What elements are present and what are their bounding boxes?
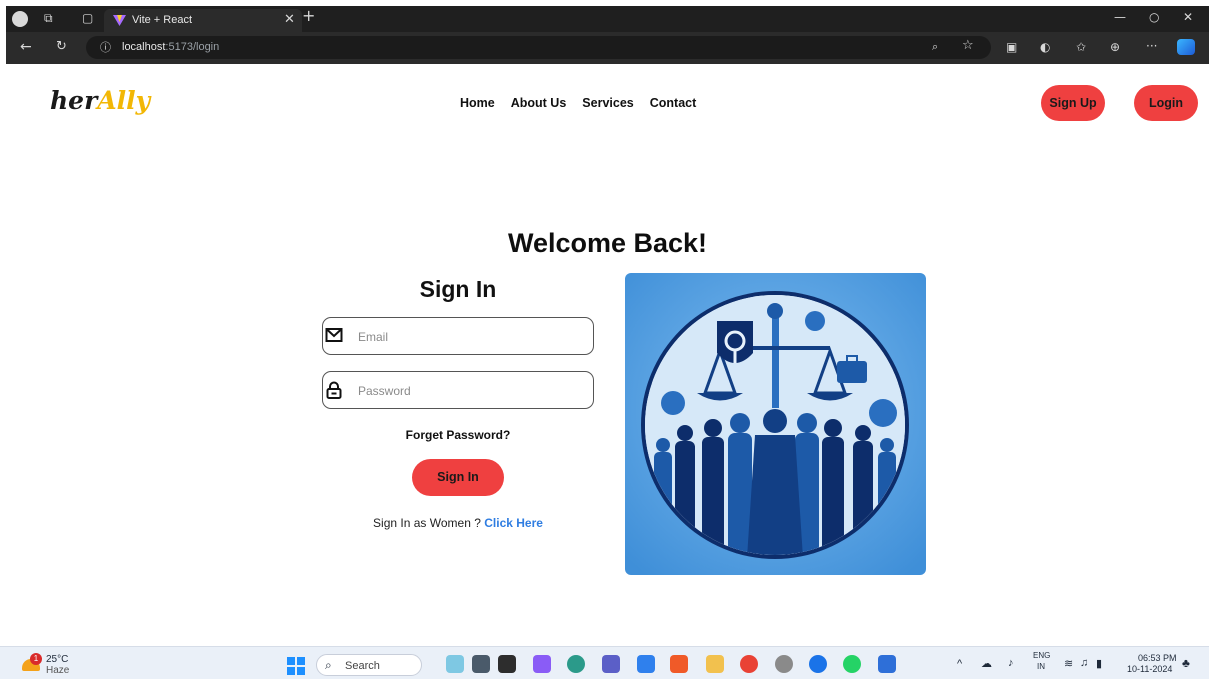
forget-password-link[interactable]: Forget Password? <box>322 428 594 442</box>
brave-app-icon[interactable] <box>670 655 688 673</box>
chrome-app-icon[interactable] <box>740 655 758 673</box>
read-aloud-icon[interactable]: ⌕ <box>932 40 938 54</box>
vite-favicon-icon <box>113 15 126 26</box>
favorites-icon[interactable]: ✩ <box>1076 40 1086 54</box>
notification-bell-icon[interactable]: ♣ <box>1182 656 1190 670</box>
address-bar-row: ← ↻ ⓘ localhost:5173/login ⌕ ☆ ▣ ◐ ✩ ⊕ ·… <box>6 32 1209 64</box>
password-placeholder: Password <box>358 384 411 398</box>
tab-actions-icon[interactable]: ▢ <box>82 11 93 25</box>
vscode-app-icon[interactable] <box>637 655 655 673</box>
main-nav: Home About Us Services Contact <box>460 96 696 110</box>
taskbar-search-placeholder: Search <box>345 660 380 672</box>
welcome-heading: Welcome Back! <box>507 228 708 258</box>
photos-app-icon[interactable] <box>878 655 896 673</box>
login-page: herAlly Home About Us Services Contact S… <box>6 64 1209 644</box>
maximize-icon[interactable]: ○ <box>1149 10 1159 24</box>
taskbar-search[interactable]: ⌕ Search <box>316 654 422 676</box>
workspaces-icon[interactable]: ⧉ <box>44 11 53 25</box>
password-field[interactable]: Password <box>322 371 594 409</box>
clock-time[interactable]: 06:53 PM <box>1138 653 1177 663</box>
tab-bar: ⧉ ▢ Vite + React ✕ + — ○ ✕ <box>6 6 1209 32</box>
url-text: localhost:5173/login <box>122 41 220 53</box>
weather-badge: 1 <box>30 653 42 665</box>
herally-logo[interactable]: herAlly <box>50 86 150 115</box>
windows-start-icon[interactable] <box>287 657 305 675</box>
volume-icon[interactable]: ♫ <box>1080 657 1088 669</box>
copilot-app-icon[interactable] <box>533 655 551 673</box>
language-bottom[interactable]: IN <box>1037 662 1045 671</box>
signin-as-women-text: Sign In as Women ? <box>373 516 481 530</box>
outlook-app-icon[interactable] <box>809 655 827 673</box>
onedrive-icon[interactable]: ☁ <box>981 657 992 670</box>
file-explorer-app-icon[interactable] <box>472 655 490 673</box>
signin-as-women: Sign In as Women ? Click Here <box>322 516 594 530</box>
weather-temp: 25°C <box>46 654 69 665</box>
click-here-link[interactable]: Click Here <box>484 516 543 530</box>
profile-avatar-icon[interactable] <box>12 11 28 27</box>
nav-about-us[interactable]: About Us <box>511 96 567 110</box>
site-info-icon[interactable]: ⓘ <box>100 41 111 55</box>
extension-icon[interactable]: ▣ <box>1006 40 1017 54</box>
nav-services[interactable]: Services <box>582 96 633 110</box>
show-hidden-icons-icon[interactable]: ^ <box>957 658 962 670</box>
signin-submit-button[interactable]: Sign In <box>412 459 504 496</box>
nav-home[interactable]: Home <box>460 96 495 110</box>
wifi-icon[interactable]: ≋ <box>1064 657 1073 670</box>
address-bar[interactable]: ⓘ localhost:5173/login ⌕ ☆ <box>86 36 991 59</box>
language-top[interactable]: ENG <box>1033 651 1050 660</box>
battery-icon[interactable]: ▮ <box>1096 657 1102 670</box>
edge-app-icon[interactable] <box>567 655 585 673</box>
more-menu-icon[interactable]: ··· <box>1146 39 1157 53</box>
back-icon[interactable]: ← <box>20 40 32 54</box>
browser-essentials-icon[interactable]: ◐ <box>1040 40 1050 54</box>
tab-vite-react[interactable]: Vite + React ✕ <box>104 9 302 32</box>
justice-crowd-illustration <box>625 273 926 575</box>
task-view-icon[interactable] <box>498 655 516 673</box>
whatsapp-app-icon[interactable] <box>843 655 861 673</box>
reload-icon[interactable]: ↻ <box>56 40 67 54</box>
weather-condition: Haze <box>46 665 70 676</box>
browser-window: ⧉ ▢ Vite + React ✕ + — ○ ✕ ← ↻ ⓘ localho… <box>6 6 1209 64</box>
collections-icon[interactable]: ⊕ <box>1110 40 1120 54</box>
minimize-icon[interactable]: — <box>1114 10 1126 24</box>
close-tab-icon[interactable]: ✕ <box>284 13 295 27</box>
signup-button[interactable]: Sign Up <box>1041 85 1105 121</box>
teams-app-icon[interactable] <box>602 655 620 673</box>
folder-app-icon[interactable] <box>706 655 724 673</box>
email-placeholder: Email <box>358 330 389 344</box>
copilot-icon[interactable] <box>1177 39 1195 55</box>
tab-title: Vite + React <box>132 14 193 26</box>
search-icon: ⌕ <box>325 658 332 672</box>
clock-date[interactable]: 10-11-2024 <box>1127 664 1172 674</box>
widgets-app-icon[interactable] <box>446 655 464 673</box>
new-tab-icon[interactable]: + <box>302 8 315 24</box>
favorite-star-icon[interactable]: ☆ <box>962 39 974 53</box>
women-empowerment-illustration <box>625 273 926 575</box>
close-window-icon[interactable]: ✕ <box>1183 10 1193 24</box>
login-button[interactable]: Login <box>1134 85 1198 121</box>
settings-app-icon[interactable] <box>775 655 793 673</box>
nav-contact[interactable]: Contact <box>650 96 697 110</box>
windows-taskbar: 1 25°C Haze ⌕ Search ^ ☁ ♪ ENG IN ≋ ♫ ▮ … <box>0 646 1209 679</box>
lock-icon <box>326 381 342 399</box>
email-field[interactable]: Email <box>322 317 594 355</box>
microphone-icon[interactable]: ♪ <box>1008 657 1014 669</box>
mail-icon <box>325 328 343 342</box>
signin-heading: Sign In <box>419 276 497 302</box>
